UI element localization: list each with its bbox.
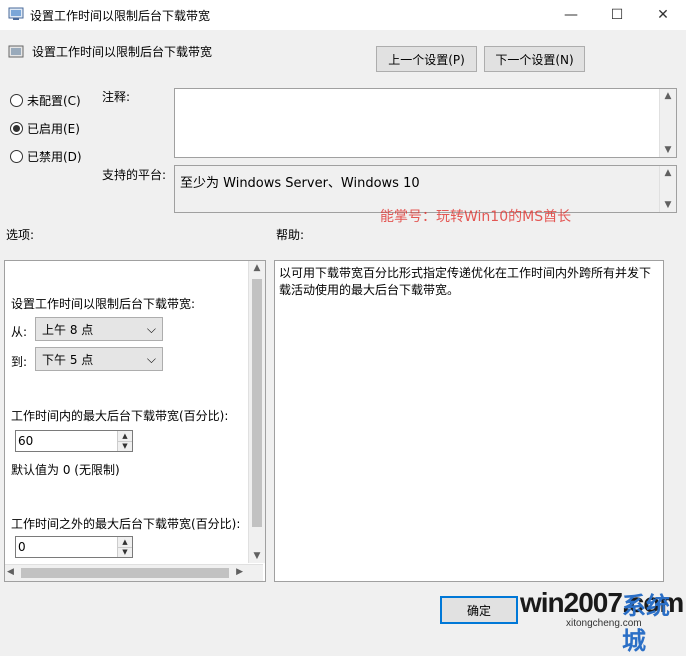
help-text: 以可用下载带宽百分比形式指定传递优化在工作时间内外跨所有并发下载活动使用的最大后… (279, 266, 652, 297)
watermark-text: 能掌号：玩转Win10的MS酋长 (380, 209, 572, 225)
radio-not-configured[interactable]: 未配置(C) (10, 92, 81, 109)
scroll-down-icon: ▼ (664, 200, 672, 210)
from-label: 从: (11, 325, 28, 339)
ok-button[interactable]: 确定 (440, 596, 518, 624)
radio-disabled-label: 已禁用(D) (27, 150, 82, 164)
comment-label: 注释: (102, 90, 131, 104)
default-note: 默认值为 0 (无限制) (11, 463, 120, 477)
window-title: 设置工作时间以限制后台下载带宽 (30, 9, 211, 23)
setting-title: 设置工作时间以限制后台下载带宽 (32, 45, 213, 59)
spin-up-icon[interactable]: ▲ (118, 431, 132, 441)
maximize-icon: ☐ (610, 7, 624, 23)
scroll-down-icon: ▼ (253, 551, 261, 561)
scroll-up-icon: ▲ (664, 91, 672, 101)
max-in-label: 工作时间内的最大后台下载带宽(百分比): (11, 409, 229, 423)
to-select-value: 下午 5 点 (42, 352, 94, 367)
from-select-value: 上午 8 点 (42, 322, 94, 337)
help-panel: 以可用下载带宽百分比形式指定传递优化在工作时间内外跨所有并发下载活动使用的最大后… (274, 260, 664, 582)
scroll-thumb[interactable] (252, 279, 262, 527)
radio-enabled-dot (10, 122, 23, 135)
max-in-value: 60 (18, 434, 34, 448)
scroll-down-icon: ▼ (664, 145, 672, 155)
spin-down-icon[interactable]: ▼ (118, 546, 132, 557)
scroll-up-icon: ▲ (253, 263, 261, 273)
radio-not-configured-label: 未配置(C) (27, 94, 81, 108)
close-icon: ✕ (657, 7, 669, 23)
options-section-label: 选项: (6, 228, 35, 242)
brand-cn-text: 系统城 (622, 592, 670, 655)
radio-enabled[interactable]: 已启用(E) (10, 120, 80, 137)
radio-enabled-label: 已启用(E) (27, 122, 80, 136)
help-section-label: 帮助: (276, 228, 305, 242)
max-out-value: 0 (18, 540, 26, 554)
minimize-icon: — (564, 7, 578, 23)
options-horizontal-scrollbar[interactable]: ◀ ▶ (5, 564, 263, 581)
max-in-spin-buttons[interactable]: ▲ ▼ (117, 431, 132, 451)
chevron-down-icon: ⌵ (146, 321, 156, 336)
spin-up-icon[interactable]: ▲ (118, 537, 132, 547)
minimize-button[interactable]: — (548, 0, 594, 30)
radio-disabled[interactable]: 已禁用(D) (10, 148, 82, 165)
scroll-thumb[interactable] (21, 568, 229, 578)
comment-scrollbar[interactable]: ▲ ▼ (659, 89, 676, 157)
to-label: 到: (11, 355, 28, 369)
maximize-button[interactable]: ☐ (594, 0, 640, 30)
next-setting-button[interactable]: 下一个设置(N) (484, 46, 585, 72)
scroll-right-icon: ▶ (236, 567, 243, 577)
policy-icon (8, 45, 24, 58)
max-out-spin-buttons[interactable]: ▲ ▼ (117, 537, 132, 557)
comment-textarea[interactable]: ▲ ▼ (174, 88, 677, 158)
chevron-down-icon: ⌵ (146, 351, 156, 366)
radio-not-configured-dot (10, 94, 23, 107)
from-select[interactable]: 上午 8 点 ⌵ (35, 317, 163, 341)
spin-down-icon[interactable]: ▼ (118, 440, 132, 451)
max-out-label: 工作时间之外的最大后台下载带宽(百分比): (11, 517, 241, 531)
platform-label: 支持的平台: (102, 168, 167, 182)
platform-scrollbar[interactable]: ▲ ▼ (659, 166, 676, 212)
options-heading: 设置工作时间以限制后台下载带宽: (11, 297, 196, 311)
options-vertical-scrollbar[interactable]: ▲ ▼ (248, 261, 265, 563)
max-out-stepper[interactable]: 0 ▲ ▼ (15, 536, 133, 558)
close-button[interactable]: ✕ (640, 0, 686, 30)
previous-setting-button[interactable]: 上一个设置(P) (376, 46, 477, 72)
to-select[interactable]: 下午 5 点 ⌵ (35, 347, 163, 371)
policy-icon (8, 7, 24, 20)
scroll-left-icon: ◀ (7, 567, 14, 577)
options-panel: 设置工作时间以限制后台下载带宽: 从: 上午 8 点 ⌵ 到: 下午 5 点 ⌵… (4, 260, 266, 582)
platform-value: 至少为 Windows Server、Windows 10 (180, 176, 420, 191)
max-in-stepper[interactable]: 60 ▲ ▼ (15, 430, 133, 452)
scroll-up-icon: ▲ (664, 168, 672, 178)
radio-disabled-dot (10, 150, 23, 163)
